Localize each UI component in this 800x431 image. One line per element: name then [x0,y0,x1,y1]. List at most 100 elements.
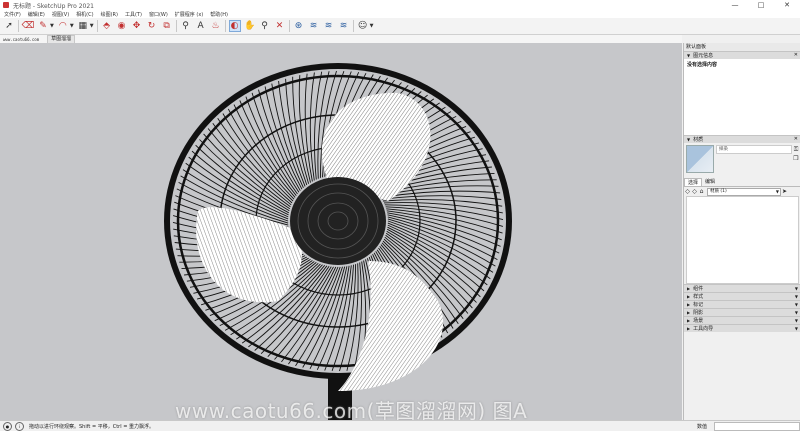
close-button[interactable]: ✕ [774,0,800,10]
eraser-tool-icon[interactable]: ⌫ [22,20,35,32]
tray-styles[interactable]: ▶ 样式 ▼ [684,292,800,300]
chevron-down-icon[interactable]: ▼ [370,23,374,29]
status-hint: 拖动以进行环绕观察。Shift = 平移，Ctrl = 重力飘浮。 [29,423,154,430]
minimize-button[interactable]: — [722,0,748,10]
tray-scenes[interactable]: ▶ 场景 ▼ [684,316,800,324]
menu-camera[interactable]: 相机(C) [76,11,93,18]
lock-icon[interactable]: ⚿ [793,145,799,154]
layout-icon[interactable]: ≋ [338,20,350,32]
entity-info-body: 没有选择内容 [684,59,800,135]
collapse-triangle-icon: ▼ [687,137,691,142]
expand-triangle-icon: ▶ [687,286,691,291]
chevron-down-icon[interactable]: ▼ [50,23,54,29]
menu-file[interactable]: 文件(F) [4,11,21,18]
tab-edit[interactable]: 编辑 [702,178,718,186]
forward-icon[interactable]: ◇ [691,188,698,195]
watermark-text: www.caotu66.com(草图溜溜网) 图A [175,399,528,420]
expand-triangle-icon: ▶ [687,326,691,331]
details-arrow-icon[interactable]: ➤ [781,188,788,195]
arc-tool-icon[interactable]: ◠ [57,20,69,32]
menu-bar: 文件(F) 编辑(E) 视图(V) 相机(C) 绘图(R) 工具(T) 窗口(W… [0,10,800,18]
pan-tool-icon[interactable]: ✋ [244,20,256,32]
line-tool-icon[interactable]: ✎ [37,20,49,32]
create-material-icon[interactable]: ❒ [793,154,799,163]
chevron-down-icon: ▼ [794,286,798,291]
rotate-tool-icon[interactable]: ↻ [146,20,158,32]
close-icon[interactable]: ✕ [794,136,798,143]
fan-model-drawing [164,63,512,420]
user-account-icon[interactable]: ☺ [357,20,369,32]
tray-instructor[interactable]: ▶ 工具向导 ▼ [684,324,800,332]
chevron-down-icon[interactable]: ▼ [90,23,94,29]
site-label: www.caotu66.com [3,36,40,42]
expand-triangle-icon: ▶ [687,302,691,307]
menu-window[interactable]: 窗口(W) [149,11,168,18]
toolbar-separator [288,20,290,32]
close-icon[interactable]: ✕ [794,52,798,59]
tray-components[interactable]: ▶ 组件 ▼ [684,284,800,292]
status-bar: ● i 拖动以进行环绕观察。Shift = 平移，Ctrl = 重力飘浮。 数值 [0,420,800,431]
tray-shadows[interactable]: ▶ 阴影 ▼ [684,308,800,316]
geo-location-icon[interactable]: ● [3,421,12,431]
chevron-down-icon: ▼ [794,310,798,315]
menu-help[interactable]: 帮助(H) [210,11,228,18]
expand-triangle-icon: ▶ [687,318,691,323]
select-tool-icon[interactable]: ➚ [3,20,15,32]
back-icon[interactable]: ◇ [684,188,691,195]
entity-info-header[interactable]: ▼ 图元信息 ✕ [684,51,800,59]
toolbar-separator [96,20,98,32]
rectangle-tool-icon[interactable]: ▦ [77,20,89,32]
warehouse-icon[interactable]: ⊛ [293,20,305,32]
collapsed-trays: ▶ 组件 ▼ ▶ 样式 ▼ ▶ 标记 ▼ ▶ 阴影 ▼ ▶ 场景 ▼ ▶ 工具向导 ▼ [684,284,800,332]
offset-tool-icon[interactable]: ◉ [116,20,128,32]
menu-extensions[interactable]: 扩展程序 (x) [175,11,203,18]
modeling-viewport[interactable]: www.caotu66.com(草图溜溜网) 图A [0,43,682,420]
scale-tool-icon[interactable]: ⧉ [161,20,173,32]
collapse-triangle-icon: ▼ [687,53,691,58]
tray-tags[interactable]: ▶ 标记 ▼ [684,300,800,308]
info-icon[interactable]: i [15,421,24,431]
chevron-down-icon: ▼ [794,302,798,307]
material-nav-bar: ◇ ◇ ⌂ 材质 (1) ▼ ➤ [684,187,800,196]
share-model-icon[interactable]: ≋ [308,20,320,32]
menu-view[interactable]: 视图(V) [52,11,69,18]
material-library-select[interactable]: 材质 (1) ▼ [707,187,781,196]
zoom-extents-tool-icon[interactable]: ✕ [274,20,286,32]
title-bar: 无标题 - SketchUp Pro 2021 — □ ✕ [0,0,800,10]
move-tool-icon[interactable]: ✥ [131,20,143,32]
toolbar-separator [18,20,19,32]
main-toolbar: ➚ ⌫ ✎ ▼ ◠ ▼ ▦ ▼ ⬘ ◉ ✥ ↻ ⧉ ⚲ A ♨ ◐ ✋ ⚲ ✕ ⊛ ≋… [0,18,800,35]
push-pull-tool-icon[interactable]: ⬘ [101,20,113,32]
toolbar-separator [175,20,177,32]
tape-measure-tool-icon[interactable]: ⚲ [180,20,192,32]
expand-triangle-icon: ▶ [687,310,691,315]
material-name-field[interactable]: 择染 [716,145,792,154]
zoom-tool-icon[interactable]: ⚲ [259,20,271,32]
tab-select[interactable]: 选择 [684,178,703,186]
material-tabs: 选择 编辑 [684,178,800,187]
material-swatch[interactable] [686,145,714,173]
extension-warehouse-icon[interactable]: ≋ [323,20,335,32]
paint-bucket-tool-icon[interactable]: ♨ [210,20,222,32]
toolbar-separator [224,20,226,32]
chevron-down-icon[interactable]: ▼ [70,23,74,29]
orbit-tool-icon[interactable]: ◐ [228,20,241,32]
panel-title: 默认面板 [684,43,800,51]
expand-triangle-icon: ▶ [687,294,691,299]
fan-motor-hub [290,177,386,265]
toolbar-separator [352,20,354,32]
scene-tabs-bar: www.caotu66.com 草图溜溜 [0,34,682,44]
window-controls: — □ ✕ [722,0,800,10]
menu-edit[interactable]: 编辑(E) [28,11,45,18]
maximize-button[interactable]: □ [748,0,774,10]
materials-header[interactable]: ▼ 材质 ✕ [684,135,800,143]
menu-tools[interactable]: 工具(T) [125,11,142,18]
text-tool-icon[interactable]: A [195,20,207,32]
home-icon[interactable]: ⌂ [698,188,705,195]
menu-draw[interactable]: 绘图(R) [101,11,118,18]
sketchup-app-icon [3,2,9,8]
chevron-down-icon: ▼ [775,188,779,194]
material-list[interactable] [686,196,799,284]
window-title: 无标题 - SketchUp Pro 2021 [13,2,94,10]
chevron-down-icon: ▼ [794,318,798,323]
